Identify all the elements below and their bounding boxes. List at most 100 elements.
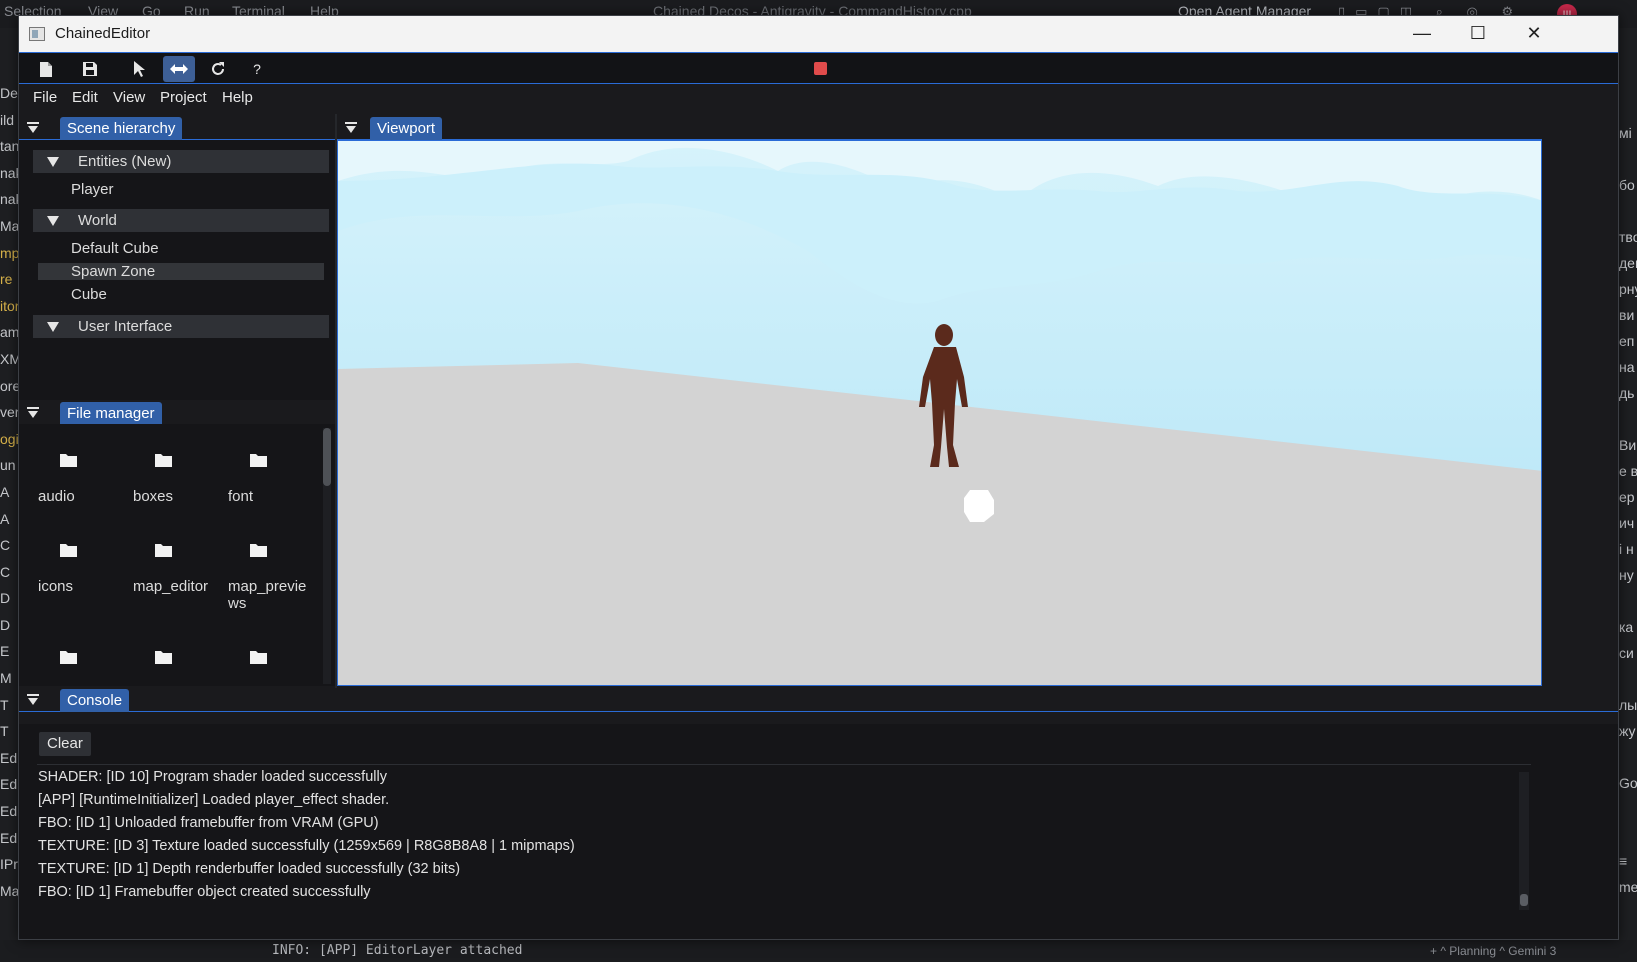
collapse-icon[interactable] — [345, 122, 359, 134]
stop-record-indicator[interactable] — [814, 62, 827, 75]
bg-explorer-fragment: XMA — [0, 350, 18, 367]
folder-icon — [155, 544, 172, 557]
bottom-tabs[interactable]: + ^ Planning ^ Gemini 3 — [1430, 944, 1556, 958]
folder-item[interactable] — [38, 625, 128, 686]
background-explorer-fragments: Dec ild tan nak nak Mak mp re itor am XMA ore ver ogi… — [0, 80, 18, 940]
console-header: Console — [19, 688, 1618, 712]
expand-triangle-icon[interactable] — [47, 216, 59, 226]
folder-name: audio — [38, 488, 75, 505]
folder-item[interactable]: map_previews — [228, 518, 318, 612]
hierarchy-item-cube[interactable]: Cube — [38, 286, 324, 303]
viewport-panel[interactable] — [337, 140, 1542, 686]
console-scroll-thumb[interactable] — [1520, 894, 1528, 906]
select-tool-button[interactable] — [123, 56, 155, 82]
help-button[interactable]: ? — [241, 56, 273, 82]
bg-explorer-fragment: D — [0, 616, 11, 633]
folder-item[interactable]: boxes — [133, 428, 223, 516]
folder-icon — [60, 544, 77, 557]
window-titlebar[interactable]: ChainedEditor — ☐ ✕ — [19, 16, 1618, 52]
new-file-button[interactable] — [30, 56, 62, 82]
folder-item[interactable]: audio — [38, 428, 128, 516]
bg-editor-fragment: лы — [1619, 697, 1637, 713]
bg-explorer-fragment: A — [0, 510, 10, 527]
move-tool-button[interactable] — [163, 56, 195, 82]
bg-editor-fragment: me — [1619, 879, 1637, 895]
maximize-button[interactable]: ☐ — [1449, 16, 1507, 52]
bg-explorer-fragment: IPr — [0, 856, 18, 873]
bg-explorer-fragment: tan — [0, 138, 18, 155]
console-panel: Clear SHADER: [ID 10] Program shader loa… — [19, 724, 1618, 939]
folder-item[interactable] — [133, 625, 223, 686]
bg-editor-fragment: Ви — [1619, 437, 1637, 453]
tab-console[interactable]: Console — [60, 689, 130, 712]
folder-item[interactable]: font — [228, 428, 318, 516]
expand-triangle-icon[interactable] — [47, 322, 59, 332]
group-label: User Interface — [78, 318, 173, 335]
close-button[interactable]: ✕ — [1505, 16, 1563, 52]
folder-icon — [155, 651, 172, 664]
file-manager-header: File manager — [19, 401, 335, 425]
bg-explorer-fragment: Dec — [0, 85, 18, 101]
refresh-button[interactable] — [202, 56, 234, 82]
bg-editor-fragment — [1619, 666, 1637, 692]
collapse-icon[interactable] — [27, 122, 41, 134]
bg-editor-fragment: бо — [1619, 177, 1635, 193]
group-entities[interactable]: Entities (New) — [33, 150, 329, 173]
folder-icon — [155, 454, 172, 467]
clear-button[interactable]: Clear — [39, 732, 91, 756]
cube — [964, 490, 994, 522]
console-line: TEXTURE: [ID 3] Texture loaded successfu… — [38, 838, 575, 854]
tab-viewport[interactable]: Viewport — [370, 117, 443, 140]
save-button[interactable] — [74, 56, 106, 82]
folder-item[interactable] — [228, 625, 318, 686]
scene-render[interactable] — [338, 141, 1542, 686]
bg-explorer-fragment: T — [0, 696, 9, 713]
bg-editor-fragment — [1619, 406, 1637, 432]
menu-edit[interactable]: Edit — [72, 89, 98, 106]
file-manager-scroll-thumb[interactable] — [323, 428, 331, 486]
bg-explorer-fragment: E — [0, 643, 10, 660]
expand-triangle-icon[interactable] — [47, 157, 59, 167]
select-cursor-icon — [134, 61, 145, 77]
folder-item[interactable]: icons — [38, 518, 128, 606]
move-arrows-icon — [170, 64, 188, 74]
menu-project[interactable]: Project — [160, 89, 207, 106]
bg-explorer-fragment: D — [0, 590, 11, 607]
scene-hierarchy-panel: Entities (New) Player World Default Cube… — [19, 140, 335, 400]
group-label: World — [78, 212, 117, 229]
folder-item[interactable]: map_editor — [133, 518, 223, 606]
menu-help[interactable]: Help — [222, 89, 253, 106]
bg-editor-fragment: і н — [1619, 541, 1634, 557]
bg-explorer-fragment: M — [0, 670, 12, 687]
bg-editor-fragment — [1619, 796, 1637, 822]
bg-explorer-fragment: un — [0, 457, 16, 474]
menu-view[interactable]: View — [113, 89, 145, 106]
folder-icon — [60, 651, 77, 664]
console-line: [APP] [RuntimeInitializer] Loaded player… — [38, 792, 390, 808]
minimize-button[interactable]: — — [1393, 16, 1451, 52]
hierarchy-item-default-cube[interactable]: Default Cube — [38, 240, 324, 257]
tab-scene-hierarchy[interactable]: Scene hierarchy — [60, 117, 183, 140]
collapse-icon[interactable] — [27, 694, 41, 706]
bg-editor-fragment — [1619, 744, 1637, 770]
folder-name: icons — [38, 578, 74, 595]
group-user-interface[interactable]: User Interface — [33, 315, 329, 338]
toolbar: ? — [19, 52, 1618, 84]
bg-explorer-fragment: ild — [0, 111, 15, 128]
tab-file-manager[interactable]: File manager — [60, 402, 162, 425]
hierarchy-item-player[interactable]: Player — [38, 181, 324, 198]
bg-explorer-fragment: re — [0, 271, 13, 288]
bg-explorer-fragment: itor — [0, 297, 18, 314]
bg-editor-fragment — [1619, 822, 1637, 848]
bg-explorer-fragment: A — [0, 483, 10, 500]
console-scrollbar[interactable] — [1519, 772, 1529, 910]
bg-editor-fragment: мі — [1619, 125, 1632, 141]
hierarchy-item-spawn-zone[interactable]: Spawn Zone — [38, 263, 324, 280]
menubar: File Edit View Project Help — [19, 84, 1618, 112]
scene-hierarchy-header: Scene hierarchy — [19, 116, 335, 140]
refresh-icon — [212, 62, 224, 75]
folder-icon — [250, 454, 267, 467]
collapse-icon[interactable] — [27, 407, 41, 419]
group-world[interactable]: World — [33, 209, 329, 232]
menu-file[interactable]: File — [33, 89, 57, 106]
